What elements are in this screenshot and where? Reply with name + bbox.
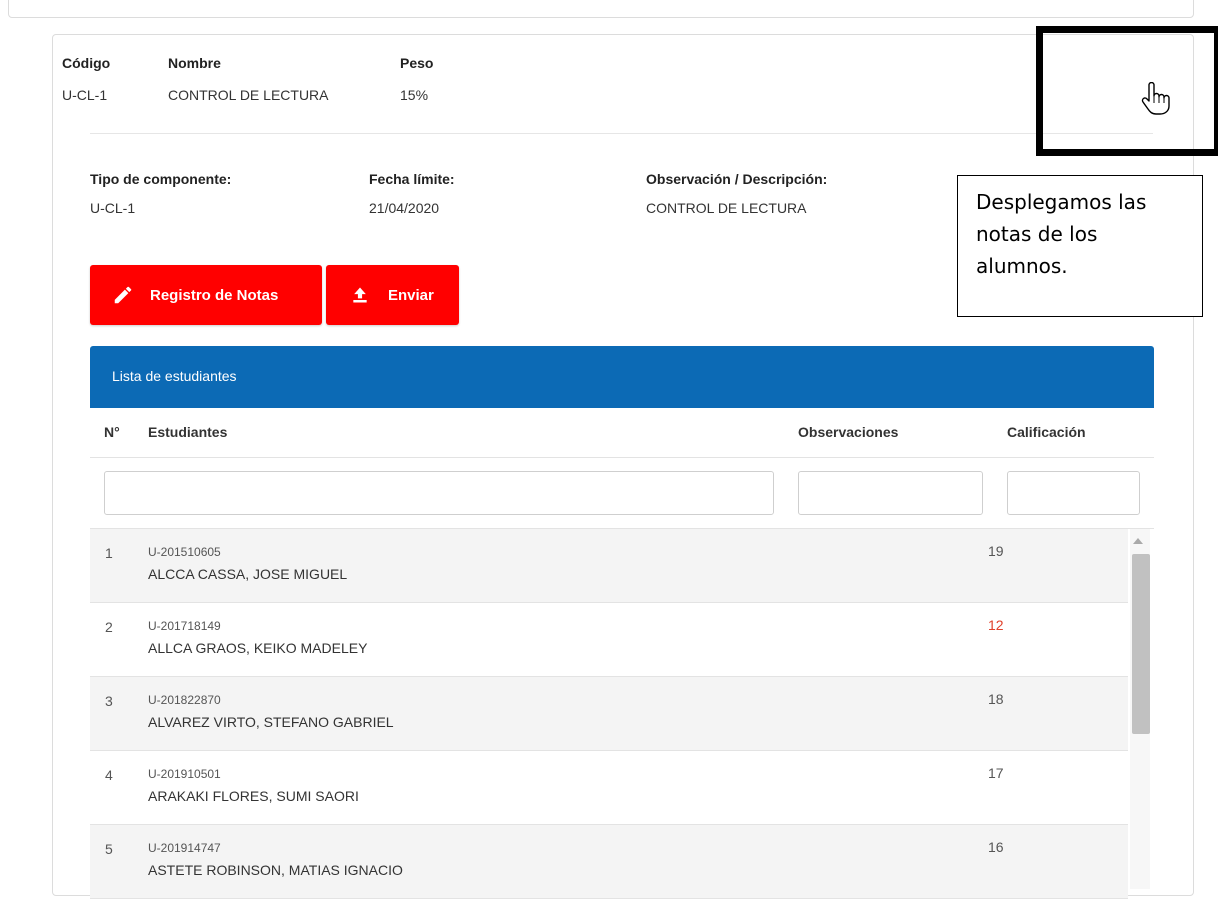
peso-label: Peso	[400, 55, 434, 71]
observacion-label: Observación / Descripción:	[646, 171, 828, 187]
nombre-value: CONTROL DE LECTURA	[168, 87, 329, 103]
row-number: 2	[105, 619, 113, 635]
student-code: U-201910501	[148, 767, 221, 781]
tipo-value: U-CL-1	[90, 200, 136, 216]
fecha-label: Fecha límite:	[369, 171, 455, 187]
enviar-label: Enviar	[388, 286, 434, 304]
pencil-icon	[112, 284, 134, 306]
column-header-divider	[90, 457, 1154, 458]
registro-notas-button[interactable]: Registro de Notas	[90, 265, 322, 325]
scroll-up-arrow-icon[interactable]	[1133, 538, 1143, 544]
student-table: Lista de estudiantes N° Estudiantes Obse…	[90, 346, 1154, 899]
row-number: 4	[105, 767, 113, 783]
table-row[interactable]: 4 U-201910501 ARAKAKI FLORES, SUMI SAORI…	[90, 751, 1128, 825]
student-grade: 18	[988, 691, 1004, 707]
filter-observaciones-input[interactable]	[798, 471, 983, 515]
enviar-button[interactable]: Enviar	[326, 265, 459, 325]
column-number: N°	[104, 424, 120, 440]
column-calificacion: Calificación	[1007, 424, 1086, 440]
tipo-label: Tipo de componente:	[90, 171, 232, 187]
previous-card	[8, 0, 1194, 18]
filter-calificacion-input[interactable]	[1007, 471, 1140, 515]
student-name: ALCCA CASSA, JOSE MIGUEL	[148, 566, 348, 582]
table-row[interactable]: 5 U-201914747 ASTETE ROBINSON, MATIAS IG…	[90, 825, 1128, 899]
student-code: U-201510605	[148, 545, 221, 559]
student-grade: 19	[988, 543, 1004, 559]
column-students: Estudiantes	[148, 424, 228, 440]
codigo-label: Código	[62, 55, 111, 71]
row-number: 5	[105, 841, 113, 857]
student-rows: 1 U-201510605 ALCCA CASSA, JOSE MIGUEL 1…	[90, 529, 1128, 899]
peso-value: 15%	[400, 87, 429, 103]
hand-pointer-icon[interactable]	[1140, 81, 1170, 121]
observacion-value: CONTROL DE LECTURA	[646, 200, 807, 216]
student-code: U-201718149	[148, 619, 221, 633]
table-header-bar: Lista de estudiantes	[90, 346, 1154, 408]
fecha-value: 21/04/2020	[369, 200, 440, 216]
callout-note: Desplegamos las notas de los alumnos.	[957, 175, 1203, 317]
table-row[interactable]: 1 U-201510605 ALCCA CASSA, JOSE MIGUEL 1…	[90, 529, 1128, 603]
registro-notas-label: Registro de Notas	[150, 286, 279, 304]
column-observaciones: Observaciones	[798, 424, 899, 440]
nombre-label: Nombre	[168, 55, 221, 71]
table-row[interactable]: 3 U-201822870 ALVAREZ VIRTO, STEFANO GAB…	[90, 677, 1128, 751]
student-grade: 12	[988, 617, 1004, 633]
highlight-box	[1036, 26, 1218, 156]
header-divider	[90, 133, 1153, 134]
student-name: ARAKAKI FLORES, SUMI SAORI	[148, 788, 359, 804]
student-grade: 17	[988, 765, 1004, 781]
student-code: U-201822870	[148, 693, 221, 707]
upload-icon	[350, 285, 370, 305]
filter-students-input[interactable]	[104, 471, 774, 515]
table-title: Lista de estudiantes	[112, 368, 237, 384]
scrollbar-thumb[interactable]	[1132, 554, 1150, 734]
row-number: 3	[105, 693, 113, 709]
student-grade: 16	[988, 839, 1004, 855]
student-name: ASTETE ROBINSON, MATIAS IGNACIO	[148, 862, 403, 878]
codigo-value: U-CL-1	[62, 87, 108, 103]
row-number: 1	[105, 545, 113, 561]
student-name: ALLCA GRAOS, KEIKO MADELEY	[148, 640, 368, 656]
table-row[interactable]: 2 U-201718149 ALLCA GRAOS, KEIKO MADELEY…	[90, 603, 1128, 677]
student-code: U-201914747	[148, 841, 221, 855]
student-name: ALVAREZ VIRTO, STEFANO GABRIEL	[148, 714, 394, 730]
